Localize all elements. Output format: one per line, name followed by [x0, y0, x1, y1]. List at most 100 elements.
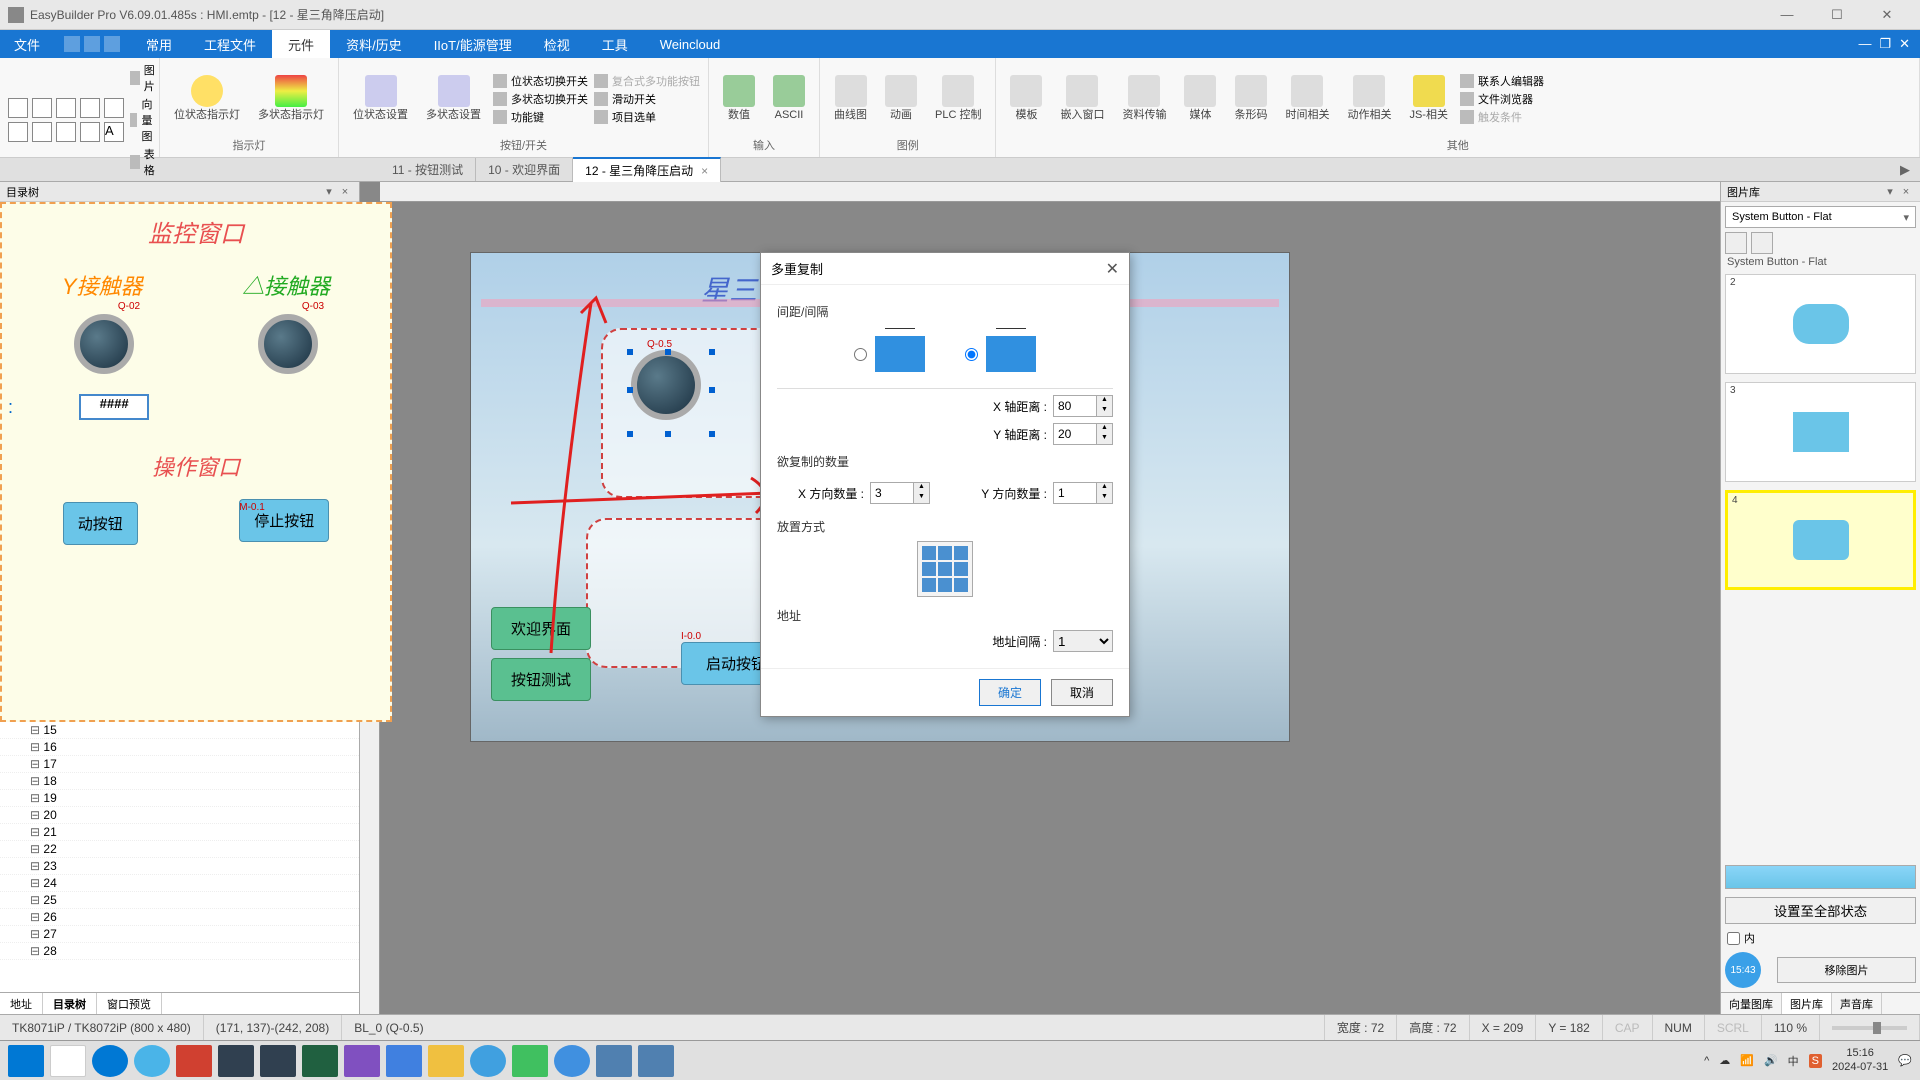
trigger-button[interactable]: 触发条件	[1460, 109, 1544, 125]
y-dist-input[interactable]	[1054, 424, 1096, 444]
spin-up-icon[interactable]: ▲	[914, 483, 929, 493]
delta-lamp[interactable]	[258, 314, 318, 374]
action-button[interactable]: 动作相关	[1341, 73, 1397, 124]
mdi-minimize-icon[interactable]: —	[1858, 36, 1871, 52]
tab-project[interactable]: 工程文件	[188, 30, 272, 58]
x-count-input[interactable]	[871, 483, 913, 503]
save-icon[interactable]	[64, 36, 80, 52]
funckey-button[interactable]: 功能键	[493, 109, 588, 125]
spin-down-icon[interactable]: ▼	[1097, 406, 1112, 416]
menu-file[interactable]: 文件	[0, 30, 54, 58]
picture-button[interactable]: 图片	[130, 62, 159, 94]
spin-down-icon[interactable]: ▼	[1097, 434, 1112, 444]
tree-item[interactable]: 23	[0, 858, 359, 875]
spin-up-icon[interactable]: ▲	[1097, 424, 1112, 434]
start-button-preview[interactable]: 动按钮	[63, 502, 138, 545]
panel-close-icon[interactable]: ×	[337, 186, 353, 198]
start-button[interactable]	[8, 1045, 44, 1077]
pie-icon[interactable]	[32, 122, 52, 142]
test-nav-button[interactable]: 按钮测试	[491, 658, 591, 701]
js-button[interactable]: JS-相关	[1403, 73, 1454, 124]
media-button[interactable]: 媒体	[1178, 73, 1222, 124]
wechat-icon[interactable]	[512, 1045, 548, 1077]
tab-common[interactable]: 常用	[130, 30, 188, 58]
app-icon-7[interactable]	[386, 1045, 422, 1077]
ok-button[interactable]: 确定	[979, 679, 1041, 706]
contacts-button[interactable]: 联系人编辑器	[1460, 73, 1544, 89]
thumb-item[interactable]: 2	[1725, 274, 1916, 374]
tab-preview[interactable]: 窗口预览	[97, 993, 162, 1014]
tree-item[interactable]: 20	[0, 807, 359, 824]
ie-icon[interactable]	[470, 1045, 506, 1077]
filebrowser-button[interactable]: 文件浏览器	[1460, 91, 1544, 107]
circle-icon[interactable]	[104, 98, 124, 118]
system-tray[interactable]: ^ ☁ 📶 🔊 中 S 15:16 2024-07-31 💬	[1704, 1047, 1912, 1073]
canvas-area[interactable]: 星三 Q-0.5 欢迎界面 按钮测试 I-0.0	[360, 182, 1720, 1014]
bit-switch-button[interactable]: 位状态切换开关	[493, 73, 588, 89]
doc-tab-10[interactable]: 10 - 欢迎界面	[476, 158, 573, 181]
dialog-titlebar[interactable]: 多重复制 ✕	[761, 253, 1129, 285]
tray-s-icon[interactable]: S	[1809, 1054, 1822, 1068]
spin-down-icon[interactable]: ▼	[1097, 493, 1112, 503]
tab-data[interactable]: 资料/历史	[330, 30, 418, 58]
tab-pic-lib[interactable]: 图片库	[1782, 993, 1832, 1014]
zoom-slider[interactable]	[1820, 1015, 1920, 1040]
bit-set-button[interactable]: 位状态设置	[347, 73, 414, 124]
tree-list[interactable]: 15 16 17 18 19 20 21 22 23 24 25 26 27 2…	[0, 722, 359, 992]
tray-cloud-icon[interactable]: ☁	[1719, 1054, 1730, 1067]
mdi-restore-icon[interactable]: ❐	[1879, 36, 1891, 52]
library-dropdown[interactable]: System Button - Flat	[1725, 206, 1916, 228]
app-icon-2[interactable]	[176, 1045, 212, 1077]
data-button[interactable]: 资料传输	[1116, 73, 1172, 124]
plc-button[interactable]: PLC 控制	[929, 73, 987, 124]
multi-switch-button[interactable]: 多状态切换开关	[493, 91, 588, 107]
tree-item[interactable]: 19	[0, 790, 359, 807]
x-dist-input[interactable]	[1054, 396, 1096, 416]
vector-button[interactable]: 向量图	[130, 96, 159, 144]
spacing-option-1[interactable]	[854, 348, 867, 361]
tree-item[interactable]: 16	[0, 739, 359, 756]
dialog-close-button[interactable]: ✕	[1106, 259, 1119, 279]
close-icon[interactable]: ×	[701, 164, 708, 178]
curve-button[interactable]: 曲线图	[828, 73, 873, 124]
redo-icon[interactable]	[104, 36, 120, 52]
tree-item[interactable]: 27	[0, 926, 359, 943]
spin-up-icon[interactable]: ▲	[1097, 483, 1112, 493]
rect-icon[interactable]	[56, 122, 76, 142]
state-preview[interactable]	[1725, 865, 1916, 889]
spacing-option-2[interactable]	[965, 348, 978, 361]
mdi-close-icon[interactable]: ✕	[1899, 36, 1910, 52]
tab-address[interactable]: 地址	[0, 993, 43, 1014]
undo-icon[interactable]	[84, 36, 100, 52]
spin-up-icon[interactable]: ▲	[1097, 396, 1112, 406]
edge-icon[interactable]	[92, 1045, 128, 1077]
app-icon-6[interactable]	[344, 1045, 380, 1077]
tray-chevron-icon[interactable]: ^	[1704, 1055, 1709, 1067]
tab-tree[interactable]: 目录树	[43, 993, 97, 1014]
y-lamp[interactable]	[74, 314, 134, 374]
tree-item[interactable]: 22	[0, 841, 359, 858]
curve-icon[interactable]	[80, 98, 100, 118]
taskbar-clock[interactable]: 15:16 2024-07-31	[1832, 1047, 1888, 1073]
new-lib-icon[interactable]	[1725, 232, 1747, 254]
tree-item[interactable]: 24	[0, 875, 359, 892]
tree-item[interactable]: 25	[0, 892, 359, 909]
tree-item[interactable]: 28	[0, 943, 359, 960]
tray-wifi-icon[interactable]: 📶	[1740, 1054, 1754, 1067]
text-icon[interactable]: A	[104, 122, 124, 142]
selected-lamp[interactable]: Q-0.5	[631, 353, 711, 433]
easybuilder-taskbar-icon[interactable]	[638, 1045, 674, 1077]
tab-component[interactable]: 元件	[272, 30, 330, 58]
bit-lamp-button[interactable]: 位状态指示灯	[168, 73, 246, 124]
menu-button[interactable]: 项目选单	[594, 109, 700, 125]
doc-tab-12[interactable]: 12 - 星三角降压启动×	[573, 157, 721, 182]
ellipse-icon[interactable]	[8, 122, 28, 142]
tree-item[interactable]: 15	[0, 722, 359, 739]
close-button[interactable]: ✕	[1872, 7, 1902, 23]
table-button[interactable]: 表格	[130, 146, 159, 178]
tray-volume-icon[interactable]: 🔊	[1764, 1054, 1778, 1067]
tab-scroll-right-icon[interactable]: ▶	[1890, 162, 1920, 178]
tree-item[interactable]: 21	[0, 824, 359, 841]
embed-button[interactable]: 嵌入窗口	[1054, 73, 1110, 124]
app-icon-5[interactable]	[302, 1045, 338, 1077]
